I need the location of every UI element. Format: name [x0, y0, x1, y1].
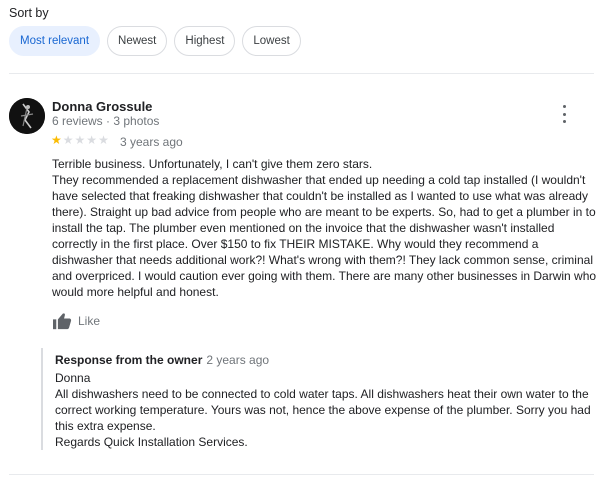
reviewer-avatar[interactable] [9, 98, 45, 134]
star-filled-icon: ★ [51, 133, 63, 147]
review-text: Terrible business. Unfortunately, I can'… [52, 156, 597, 300]
star-rating: ★★★★★ [51, 133, 110, 147]
divider [9, 73, 594, 74]
star-empty-icon: ★ [86, 133, 99, 147]
sort-chip-lowest[interactable]: Lowest [242, 26, 301, 56]
review-paragraph: Terrible business. Unfortunately, I can'… [52, 157, 373, 171]
owner-response-line: Regards Quick Installation Services. [55, 435, 248, 449]
divider [9, 474, 594, 475]
sort-chips: Most relevant Newest Highest Lowest [9, 26, 301, 56]
review-paragraph: They recommended a replacement dishwashe… [52, 173, 597, 299]
sort-chip-most-relevant[interactable]: Most relevant [9, 26, 101, 56]
owner-response-text: Donna All dishwashers need to be connect… [55, 370, 603, 450]
like-label: Like [78, 314, 101, 328]
star-empty-icon: ★ [62, 133, 75, 147]
owner-response-title: Response from the owner [55, 353, 203, 367]
owner-response-line: Donna [55, 371, 91, 385]
sort-chip-newest[interactable]: Newest [107, 26, 168, 56]
star-empty-icon: ★ [74, 133, 87, 147]
owner-response-header: Response from the owner 2 years ago [55, 352, 603, 368]
owner-response-line: All dishwashers need to be connected to … [55, 387, 591, 433]
reviewer-meta: 6 reviews · 3 photos [52, 114, 160, 128]
owner-response-time: 2 years ago [206, 353, 270, 367]
thumbs-up-icon [53, 313, 72, 330]
reviewer-name[interactable]: Donna Grossule [52, 99, 152, 114]
more-options-icon[interactable] [556, 105, 572, 123]
like-button[interactable]: Like [52, 312, 100, 330]
sort-by-label: Sort by [9, 6, 49, 20]
owner-response: Response from the owner 2 years ago Donna… [41, 348, 603, 450]
star-empty-icon: ★ [98, 133, 110, 147]
sort-chip-highest[interactable]: Highest [174, 26, 236, 56]
review-time: 3 years ago [120, 135, 183, 149]
avatar-image [9, 98, 45, 134]
